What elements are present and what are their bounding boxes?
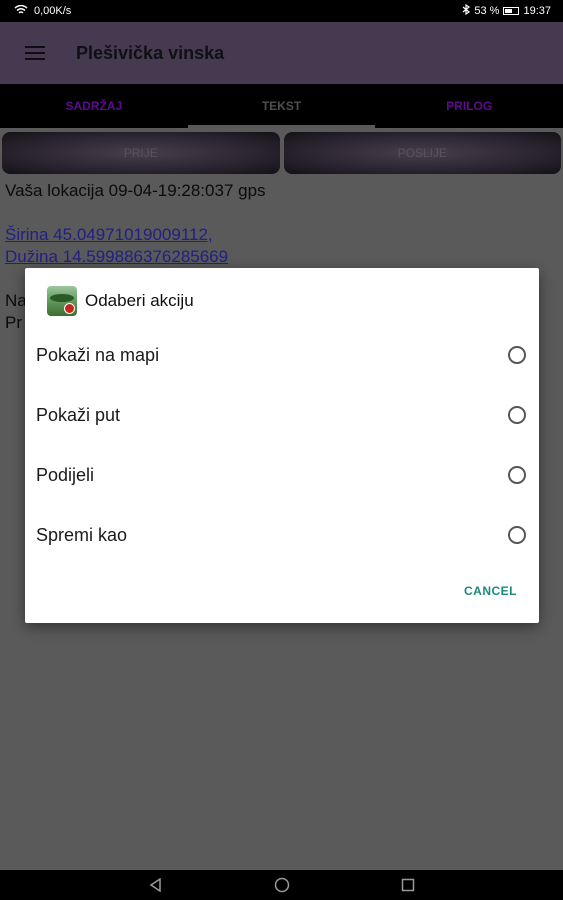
navigation-buttons: PRIJE POSLIJE xyxy=(2,132,561,174)
text-line-pr: Pr xyxy=(5,313,22,332)
option-save-as[interactable]: Spremi kao xyxy=(25,505,539,565)
app-bar: Plešivička vinska xyxy=(0,22,563,84)
longitude-link[interactable]: Dužina 14.599886376285669 xyxy=(5,246,228,268)
radio-button[interactable] xyxy=(508,526,526,544)
tab-sadrzaj[interactable]: SADRŽAJ xyxy=(0,84,188,128)
recents-icon[interactable] xyxy=(400,877,416,893)
battery-icon xyxy=(503,7,520,15)
option-label: Podijeli xyxy=(36,464,95,485)
hamburger-menu-icon[interactable] xyxy=(25,46,45,60)
clock: 19:37 xyxy=(523,5,551,17)
option-show-route[interactable]: Pokaži put xyxy=(25,385,539,445)
tab-bar: SADRŽAJ TEKST PRILOG xyxy=(0,84,563,128)
option-label: Spremi kao xyxy=(36,524,128,545)
app-logo-icon xyxy=(47,286,77,316)
radio-button[interactable] xyxy=(508,406,526,424)
radio-button[interactable] xyxy=(508,346,526,364)
prev-button[interactable]: PRIJE xyxy=(2,132,280,174)
latitude-link[interactable]: Širina 45.04971019009112, xyxy=(5,224,213,246)
text-line-na: Na xyxy=(5,291,27,310)
home-icon[interactable] xyxy=(274,877,290,893)
status-bar: 0,00K/s 53 % 19:37 xyxy=(0,0,563,22)
system-nav-bar xyxy=(0,870,563,900)
option-share[interactable]: Podijeli xyxy=(25,445,539,505)
radio-button[interactable] xyxy=(508,466,526,484)
option-label: Pokaži na mapi xyxy=(36,344,160,365)
back-icon[interactable] xyxy=(148,877,164,893)
next-button[interactable]: POSLIJE xyxy=(283,132,561,174)
location-text: Vaša lokacija 09-04-19:28:037 gps xyxy=(5,181,266,200)
option-label: Pokaži put xyxy=(36,404,121,425)
tab-prilog[interactable]: PRILOG xyxy=(375,84,563,128)
bluetooth-icon xyxy=(462,3,471,18)
option-show-on-map[interactable]: Pokaži na mapi xyxy=(25,325,539,385)
battery-percent: 53 % xyxy=(474,5,500,17)
dialog-header: Odaberi akciju xyxy=(47,286,194,316)
dialog-title: Odaberi akciju xyxy=(85,291,194,310)
choose-action-dialog: Odaberi akciju Pokaži na mapi Pokaži put… xyxy=(25,268,539,623)
wifi-icon xyxy=(14,4,28,18)
cancel-button[interactable]: CANCEL xyxy=(464,584,517,598)
network-speed: 0,00K/s xyxy=(34,5,72,17)
tab-tekst[interactable]: TEKST xyxy=(187,84,376,128)
app-title: Plešivička vinska xyxy=(76,42,225,63)
